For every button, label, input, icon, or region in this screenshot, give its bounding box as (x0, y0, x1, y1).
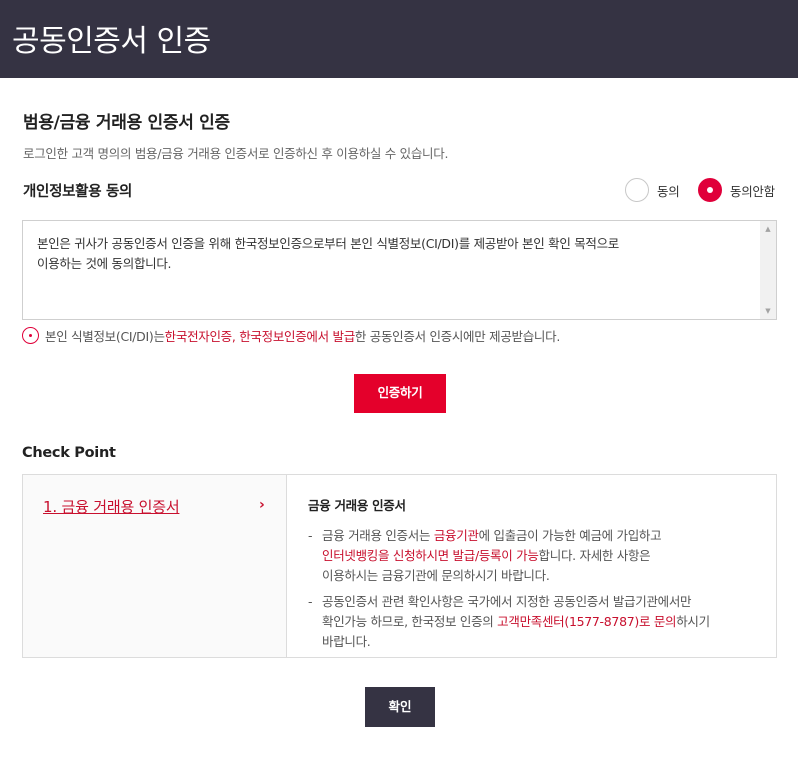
checkpoint-content-title: 금융 거래용 인증서 (308, 498, 406, 513)
item2-highlight-c: 고객만족센터(1577-8787)로 문의 (497, 614, 677, 629)
checkpoint-link-financial-cert[interactable]: 1. 금융 거래용 인증서 (43, 496, 180, 517)
item1-text-e: 합니다. 자세한 사항은 (538, 548, 651, 563)
radio-disagree[interactable]: 동의안함 (698, 178, 775, 202)
radio-disagree-icon[interactable] (698, 178, 722, 202)
item1-text-c: 에 입출금이 가능한 예금에 가입하고 (478, 528, 662, 543)
page-title: 공동인증서 인증 (12, 24, 211, 59)
section-description: 로그인한 고객 명의의 범용/금융 거래용 인증서로 인증하신 후 이용하실 수… (23, 146, 449, 161)
item1-highlight-b: 금융기관 (433, 528, 479, 543)
consent-title: 개인정보활용 동의 (23, 184, 133, 200)
radio-agree[interactable]: 동의 (625, 178, 680, 202)
terms-text: 본인은 귀사가 공동인증서 인증을 위해 한국정보인증으로부터 본인 식별정보(… (37, 234, 747, 274)
terms-scrollbar[interactable]: ▲ ▼ (760, 221, 776, 319)
authenticate-button[interactable]: 인증하기 (354, 374, 446, 413)
checkpoint-title: Check Point (22, 445, 116, 461)
notice-dot-icon (22, 327, 39, 344)
notice-highlight: 한국전자인증, 한국정보인증에서 발급 (164, 329, 356, 344)
item2-text-d: 하시기 (676, 614, 710, 629)
checkpoint-nav: 1. 금융 거래용 인증서 › (23, 475, 287, 657)
item2-text-a: 공동인증서 관련 확인사항은 국가에서 지정한 공동인증서 발급기관에서만 (322, 594, 692, 609)
checkpoint-item-1: - 금융 거래용 인증서는 금융기관에 입출금이 가능한 예금에 가입하고 인터… (308, 528, 662, 583)
item1-text-a: 금융 거래용 인증서는 (322, 528, 434, 543)
page-header: 공동인증서 인증 (0, 0, 798, 78)
item1-text-f: 이용하시는 금융기관에 문의하시기 바랍니다. (322, 568, 550, 583)
terms-line-2: 이용하는 것에 동의합니다. (37, 256, 172, 271)
notice-text-2: 한 공동인증서 인증시에만 제공받습니다. (354, 329, 561, 344)
section-title: 범용/금융 거래용 인증서 인증 (23, 113, 230, 133)
radio-agree-label: 동의 (657, 183, 680, 199)
radio-agree-icon[interactable] (625, 178, 649, 202)
item2-text-b: 확인가능 하므로, 한국정보 인증의 (322, 614, 498, 629)
radio-disagree-label: 동의안함 (730, 183, 775, 199)
item2-text-e: 바랍니다. (322, 634, 371, 649)
checkpoint-content: 금융 거래용 인증서 - 금융 거래용 인증서는 금융기관에 입출금이 가능한 … (308, 495, 768, 658)
scroll-up-arrow-icon[interactable]: ▲ (760, 221, 776, 237)
ci-di-notice: 본인 식별정보(CI/DI)는 한국전자인증, 한국정보인증에서 발급 한 공동… (22, 326, 560, 345)
scroll-down-arrow-icon[interactable]: ▼ (760, 303, 776, 319)
checkpoint-item-2: - 공동인증서 관련 확인사항은 국가에서 지정한 공동인증서 발급기관에서만 … (308, 594, 710, 649)
confirm-button[interactable]: 확인 (365, 687, 435, 727)
item1-highlight-d: 인터넷뱅킹을 신청하시면 발급/등록이 가능 (322, 548, 539, 563)
notice-text-1: 본인 식별정보(CI/DI)는 (45, 329, 165, 344)
terms-textarea[interactable]: 본인은 귀사가 공동인증서 인증을 위해 한국정보인증으로부터 본인 식별정보(… (22, 220, 777, 320)
terms-line-1: 본인은 귀사가 공동인증서 인증을 위해 한국정보인증으로부터 본인 식별정보(… (37, 236, 620, 251)
checkpoint-box: 1. 금융 거래용 인증서 › 금융 거래용 인증서 - 금융 거래용 인증서는… (22, 474, 777, 658)
chevron-right-icon[interactable]: › (259, 497, 265, 513)
